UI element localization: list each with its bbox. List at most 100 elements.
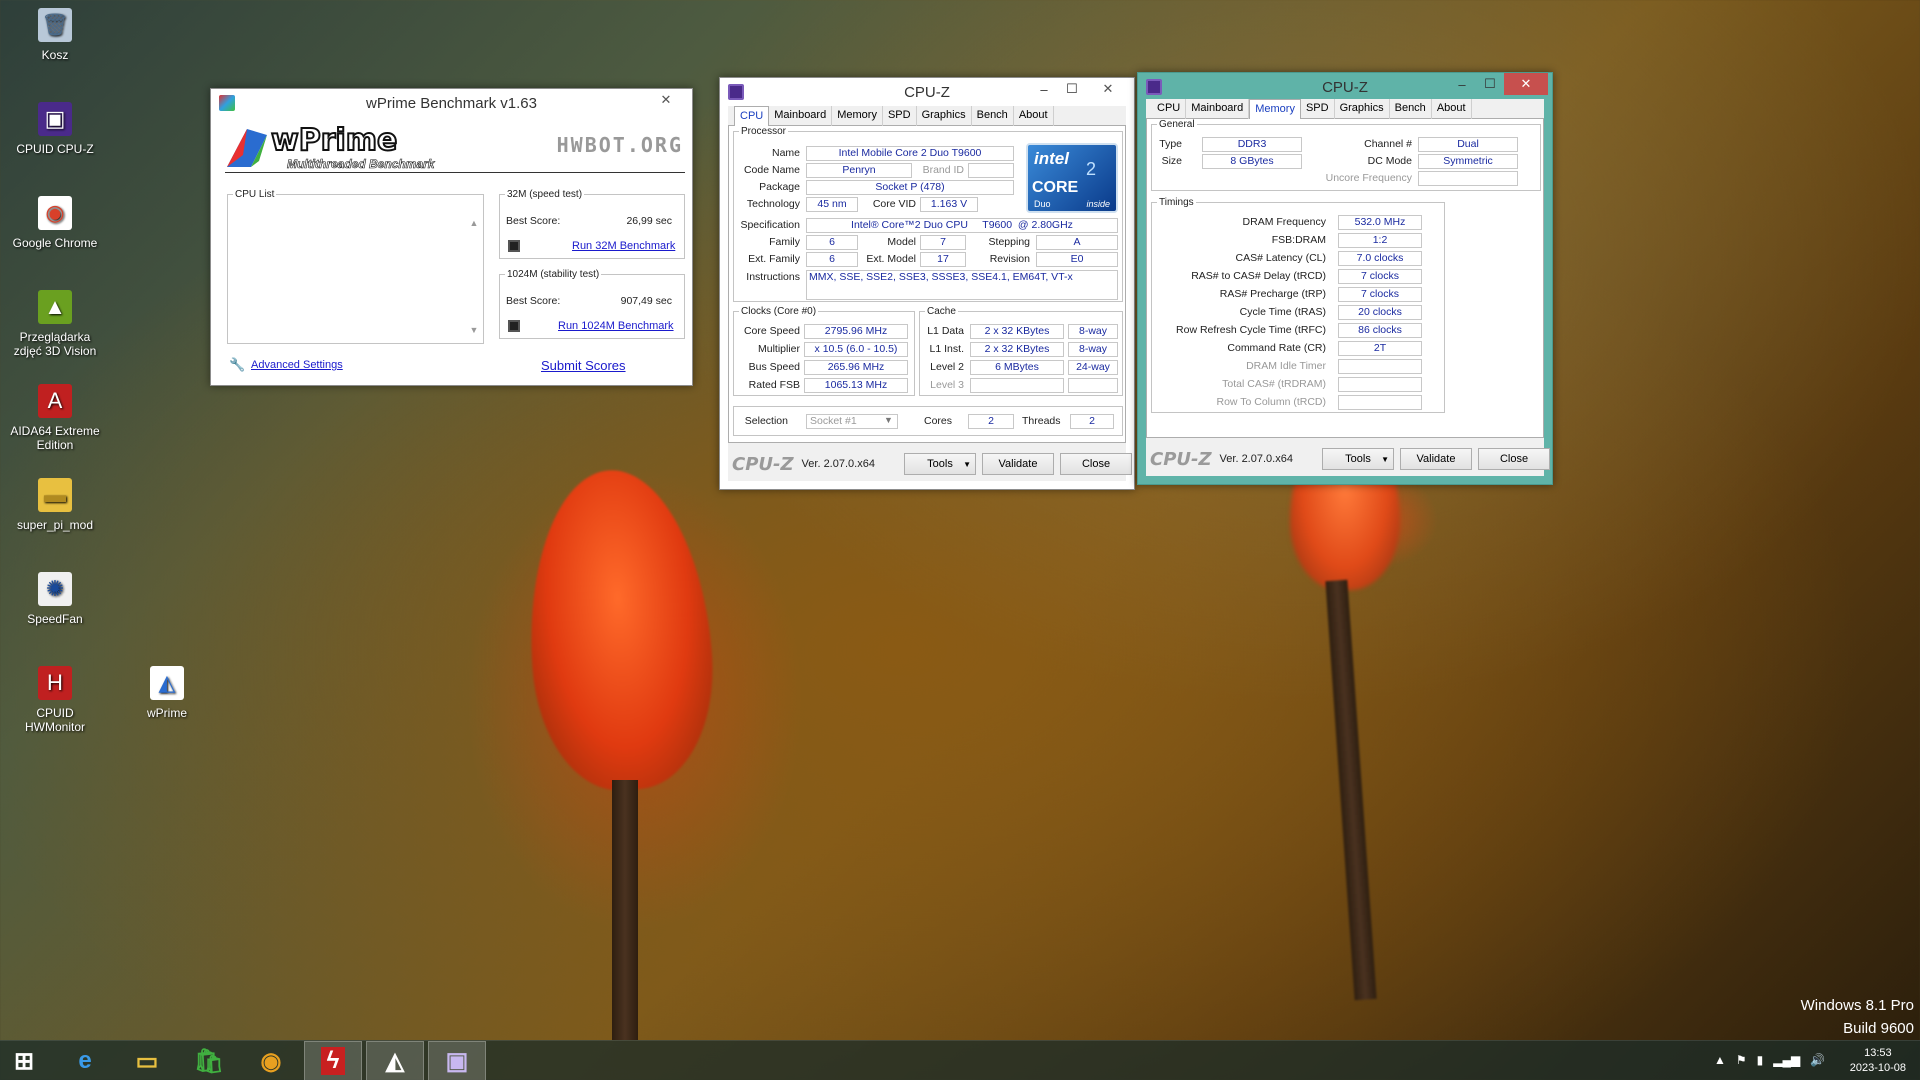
taskbar-button[interactable]: ◭ bbox=[366, 1041, 424, 1080]
tab-graphics[interactable]: Graphics bbox=[1335, 99, 1390, 119]
taskbar-button[interactable]: ϟ bbox=[304, 1041, 362, 1080]
desktop-icon[interactable]: 🗑 Kosz bbox=[7, 8, 103, 62]
tab-graphics[interactable]: Graphics bbox=[917, 106, 972, 126]
chrome-icon: ◉ bbox=[38, 196, 72, 230]
close-button[interactable]: ✕ bbox=[644, 89, 688, 111]
wprime-titlebar[interactable]: wPrime Benchmark v1.63 ✕ bbox=[211, 89, 692, 117]
ext-family-label: Ext. Family bbox=[748, 253, 800, 265]
tab-spd[interactable]: SPD bbox=[1301, 99, 1335, 119]
tab-spd[interactable]: SPD bbox=[883, 106, 917, 126]
close-window-button[interactable]: Close bbox=[1478, 448, 1550, 470]
timings-legend: Timings bbox=[1159, 197, 1194, 208]
selection-label: Selection bbox=[744, 415, 788, 427]
wallpaper-stem-right bbox=[1325, 579, 1377, 1001]
test32-best-label: Best Score: bbox=[506, 215, 561, 227]
aida64-icon: A bbox=[38, 384, 72, 418]
maximize-button[interactable]: ☐ bbox=[1058, 78, 1086, 100]
cache-group: Cache L1 Data 2 x 32 KBytes 8-way L1 Ins… bbox=[919, 306, 1123, 396]
test1024-legend: 1024M (stability test) bbox=[507, 269, 600, 280]
taskbar-button[interactable]: 🛍 bbox=[180, 1041, 238, 1080]
tab-cpu[interactable]: CPU bbox=[734, 106, 770, 127]
cpu-list-group: CPU List ▲ ▼ bbox=[227, 189, 484, 344]
minimize-button[interactable]: ‒ bbox=[1448, 73, 1476, 95]
tab-mainboard[interactable]: Mainboard bbox=[769, 106, 833, 126]
cpuz-window-memory[interactable]: CPU-Z ‒ ☐ ✕ CPU Mainboard Memory SPD Graphic… bbox=[1137, 72, 1553, 485]
badge-core: CORE bbox=[1032, 179, 1079, 196]
close-button[interactable]: ✕ bbox=[1086, 78, 1130, 100]
power-icon[interactable]: ▮ bbox=[1757, 1053, 1764, 1067]
action-center-flag-icon[interactable]: ⚑ bbox=[1736, 1053, 1747, 1067]
cpuz-titlebar[interactable]: CPU-Z ‒ ☐ ✕ bbox=[1138, 73, 1552, 101]
wallpaper-stem-left bbox=[612, 780, 638, 1040]
save-icon[interactable] bbox=[508, 320, 520, 332]
tab-memory[interactable]: Memory bbox=[832, 106, 883, 126]
advanced-settings-link[interactable]: Advanced Settings bbox=[251, 359, 343, 371]
cpuz-app-icon bbox=[728, 84, 744, 100]
desktop-icon[interactable]: ◉ Google Chrome bbox=[7, 196, 103, 250]
tab-bench[interactable]: Bench bbox=[972, 106, 1014, 126]
threads-value: 2 bbox=[1070, 414, 1114, 429]
maximize-button[interactable]: ☐ bbox=[1476, 73, 1504, 95]
run-1024m-link[interactable]: Run 1024M Benchmark bbox=[558, 320, 674, 332]
volume-icon[interactable]: 🔊 bbox=[1810, 1053, 1825, 1067]
timing-value bbox=[1338, 377, 1422, 392]
minimize-icon: ‒ bbox=[1458, 76, 1466, 92]
tools-button[interactable]: Tools ▼ bbox=[904, 453, 976, 475]
wprime-app-icon bbox=[219, 95, 235, 111]
desktop-icon[interactable]: ▣ CPUID CPU-Z bbox=[7, 102, 103, 156]
save-icon[interactable] bbox=[508, 240, 520, 252]
wprime-window[interactable]: wPrime Benchmark v1.63 ✕ wPrime Multithr… bbox=[210, 88, 693, 386]
desktop-icon-label: AIDA64 Extreme Edition bbox=[10, 424, 100, 452]
wprime-icon: ◭ bbox=[150, 666, 184, 700]
bus-speed-label: Bus Speed bbox=[748, 361, 800, 373]
clock[interactable]: 13:53 2023-10-08 bbox=[1850, 1046, 1906, 1076]
package-label: Package bbox=[759, 181, 800, 193]
l1-inst-way: 8-way bbox=[1068, 342, 1118, 357]
submit-scores-link[interactable]: Submit Scores bbox=[541, 358, 626, 373]
cpu-list-box[interactable]: ▲ ▼ bbox=[230, 204, 481, 341]
cpuz-titlebar[interactable]: CPU-Z ‒ ☐ ✕ bbox=[720, 78, 1134, 106]
cpuz-window-cpu[interactable]: CPU-Z ‒ ☐ ✕ CPU Mainboard Memory SPD Graphic… bbox=[719, 77, 1135, 490]
taskbar-button[interactable]: e bbox=[56, 1041, 114, 1080]
taskbar-button[interactable]: ⊞ bbox=[0, 1041, 48, 1080]
internet-explorer-icon: e bbox=[78, 1047, 92, 1074]
clock-date: 2023-10-08 bbox=[1849, 1062, 1906, 1074]
desktop-icon[interactable]: ◭ wPrime bbox=[119, 666, 215, 720]
taskbar-button[interactable]: ▣ bbox=[428, 1041, 486, 1080]
taskbar-button[interactable]: ▭ bbox=[118, 1041, 176, 1080]
run-32m-link[interactable]: Run 32M Benchmark bbox=[572, 240, 675, 252]
desktop-icon[interactable]: ▬ super_pi_mod bbox=[7, 478, 103, 532]
tab-about[interactable]: About bbox=[1014, 106, 1054, 126]
taskbar-button[interactable]: ◉ bbox=[242, 1041, 300, 1080]
tab-bench[interactable]: Bench bbox=[1390, 99, 1432, 119]
show-hidden-icons-icon[interactable]: ▲ bbox=[1714, 1053, 1726, 1067]
cpuz-tab-strip: CPU Mainboard Memory SPD Graphics Bench About bbox=[1146, 99, 1544, 120]
close-button[interactable]: ✕ bbox=[1504, 73, 1548, 95]
memory-tab-panel: General Type DDR3 Size 8 GBytes Channel … bbox=[1146, 119, 1544, 438]
desktop-icon[interactable]: H CPUID HWMonitor bbox=[7, 666, 103, 734]
minimize-button[interactable]: ‒ bbox=[1030, 78, 1058, 100]
tab-cpu[interactable]: CPU bbox=[1152, 99, 1187, 119]
chevron-down-icon[interactable]: ▼ bbox=[884, 415, 893, 425]
core-vid-value: 1.163 V bbox=[920, 197, 978, 212]
validate-button[interactable]: Validate bbox=[982, 453, 1054, 475]
level3-way bbox=[1068, 378, 1118, 393]
tab-mainboard[interactable]: Mainboard bbox=[1186, 99, 1250, 119]
core-speed-value: 2795.96 MHz bbox=[804, 324, 908, 339]
network-icon[interactable]: ▂▄▆ bbox=[1773, 1053, 1800, 1067]
tab-about[interactable]: About bbox=[1432, 99, 1472, 119]
timing-label: Row To Column (tRCD) bbox=[1216, 396, 1327, 408]
ext-model-value: 17 bbox=[920, 252, 966, 267]
package-value: Socket P (478) bbox=[806, 180, 1014, 195]
desktop-icon[interactable]: ▲ Przeglądarka zdjęć 3D Vision bbox=[7, 290, 103, 358]
close-window-button[interactable]: Close bbox=[1060, 453, 1132, 475]
validate-button[interactable]: Validate bbox=[1400, 448, 1472, 470]
cpu-list-scrollbar[interactable]: ▲ ▼ bbox=[467, 204, 481, 341]
desktop-icon[interactable]: ✺ SpeedFan bbox=[7, 572, 103, 626]
desktop-icon-label: CPUID CPU-Z bbox=[16, 142, 94, 156]
tab-memory[interactable]: Memory bbox=[1249, 99, 1301, 120]
tools-button[interactable]: Tools ▼ bbox=[1322, 448, 1394, 470]
intel-core2-duo-badge: intel 2 CORE Duo inside bbox=[1026, 143, 1118, 213]
timing-label: Cycle Time (tRAS) bbox=[1239, 306, 1326, 318]
desktop-icon[interactable]: A AIDA64 Extreme Edition bbox=[7, 384, 103, 452]
